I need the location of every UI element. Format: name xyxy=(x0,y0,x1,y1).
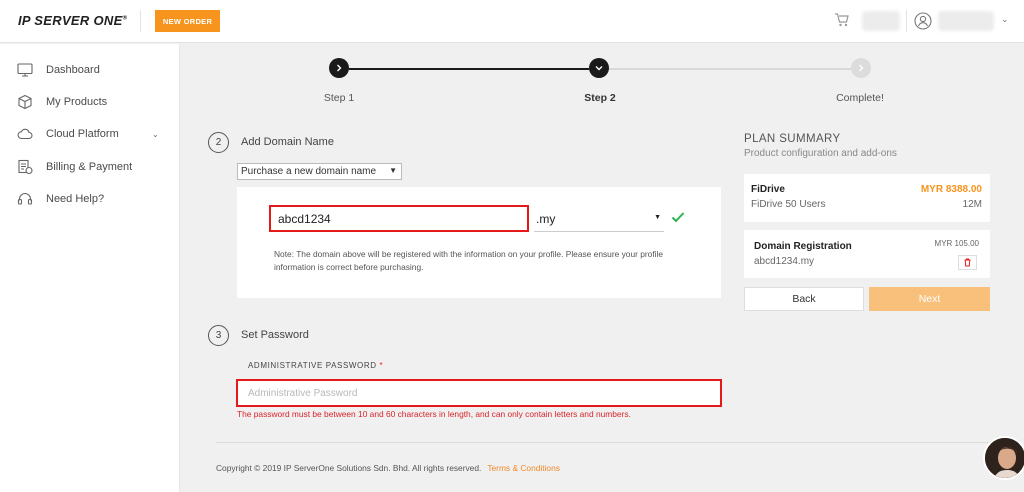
cart-icon[interactable] xyxy=(834,12,850,28)
copyright-text: Copyright © 2019 IP ServerOne Solutions … xyxy=(216,463,482,473)
sidebar-item-label: My Products xyxy=(46,96,108,108)
sidebar-item-label: Dashboard xyxy=(46,64,100,76)
cloud-icon xyxy=(17,128,33,140)
password-label: ADMINISTRATIVE PASSWORD * xyxy=(248,361,383,370)
step-3-dot xyxy=(851,58,871,78)
trash-icon xyxy=(964,258,971,267)
sidebar-item-label: Need Help? xyxy=(46,193,105,205)
redacted-balance xyxy=(862,11,900,31)
headset-icon xyxy=(17,193,33,205)
domain-name-value: abcd1234 xyxy=(278,211,331,226)
product-term: 12M xyxy=(962,199,982,210)
addon-name: Domain Registration xyxy=(754,241,852,252)
domain-note: Note: The domain above will be registere… xyxy=(274,249,664,272)
live-chat-avatar[interactable] xyxy=(983,436,1024,480)
user-avatar-icon[interactable] xyxy=(914,12,932,30)
billing-icon xyxy=(18,159,33,175)
domain-mode-value: Purchase a new domain name xyxy=(241,166,377,177)
sidebar-item-dashboard[interactable]: Dashboard xyxy=(0,56,180,84)
addon-price: MYR 105.00 xyxy=(934,239,979,248)
new-order-button[interactable]: NEW ORDER xyxy=(155,10,220,32)
stepper-line-done xyxy=(349,68,589,70)
brand-logo[interactable]: IP SERVER ONE® xyxy=(18,13,127,28)
chevron-down-icon xyxy=(595,66,603,71)
dropdown-arrow-icon: ▼ xyxy=(654,214,661,221)
product-name: FiDrive xyxy=(751,184,785,195)
box-icon xyxy=(18,94,32,110)
plan-summary-title: PLAN SUMMARY xyxy=(744,133,841,145)
step-1-label: Step 1 xyxy=(323,92,355,104)
step-2-label: Step 2 xyxy=(584,92,616,104)
section-number: 2 xyxy=(208,132,229,153)
sidebar: Dashboard My Products Cloud Platform ⌄ B… xyxy=(0,44,180,492)
dropdown-arrow-icon: ▼ xyxy=(389,166,397,175)
footer-divider xyxy=(216,442,1006,443)
monitor-icon xyxy=(17,63,33,77)
product-detail: FiDrive 50 Users xyxy=(751,199,826,210)
redacted-username[interactable] xyxy=(938,11,994,31)
plan-summary-subtitle: Product configuration and add-ons xyxy=(744,148,897,159)
addon-detail: abcd1234.my xyxy=(754,256,815,267)
password-placeholder: Administrative Password xyxy=(248,387,358,399)
step-1-dot[interactable] xyxy=(329,58,349,78)
product-card xyxy=(744,174,990,222)
top-header: IP SERVER ONE® NEW ORDER ⌄ xyxy=(0,0,1024,43)
header-divider xyxy=(140,10,141,32)
agent-photo-icon xyxy=(985,438,1024,478)
password-error-message: The password must be between 10 and 60 c… xyxy=(237,409,631,419)
back-button[interactable]: Back xyxy=(744,287,864,311)
chevron-down-icon[interactable]: ⌄ xyxy=(152,130,159,139)
chevron-down-icon[interactable]: ⌄ xyxy=(1001,14,1009,25)
domain-mode-select[interactable]: Purchase a new domain name ▼ xyxy=(237,163,402,180)
stepper-line-pending xyxy=(609,68,851,70)
tld-value: .my xyxy=(536,211,556,226)
section-number: 3 xyxy=(208,325,229,346)
required-mark: * xyxy=(379,361,384,370)
chevron-right-icon xyxy=(337,64,342,72)
header-divider-2 xyxy=(906,10,907,32)
terms-link[interactable]: Terms & Conditions xyxy=(487,463,560,473)
sidebar-item-cloud-platform[interactable]: Cloud Platform ⌄ xyxy=(0,120,180,148)
step-3-label: Complete! xyxy=(836,92,884,104)
section-title: Add Domain Name xyxy=(241,136,334,148)
next-button[interactable]: Next xyxy=(869,287,990,311)
logo-mark: ® xyxy=(122,15,128,22)
footer-copyright: Copyright © 2019 IP ServerOne Solutions … xyxy=(216,463,560,473)
sidebar-item-billing[interactable]: Billing & Payment xyxy=(0,153,180,181)
sidebar-item-need-help[interactable]: Need Help? xyxy=(0,185,180,213)
sidebar-item-label: Billing & Payment xyxy=(46,161,133,173)
logo-text: IP SERVER ONE xyxy=(18,13,123,28)
domain-name-input[interactable]: abcd1234 xyxy=(269,205,529,232)
section-title: Set Password xyxy=(241,329,309,341)
step-2-dot[interactable] xyxy=(589,58,609,78)
admin-password-input[interactable]: Administrative Password xyxy=(236,379,722,407)
remove-addon-button[interactable] xyxy=(958,255,977,270)
sidebar-item-label: Cloud Platform xyxy=(46,128,119,140)
chevron-right-icon xyxy=(859,64,864,72)
sidebar-item-my-products[interactable]: My Products xyxy=(0,88,180,116)
product-price: MYR 8388.00 xyxy=(920,184,982,195)
password-label-text: ADMINISTRATIVE PASSWORD xyxy=(248,361,377,370)
addon-card xyxy=(744,230,990,278)
domain-card xyxy=(237,187,721,298)
checkmark-icon xyxy=(671,212,685,223)
tld-select[interactable]: .my ▼ xyxy=(534,206,664,232)
